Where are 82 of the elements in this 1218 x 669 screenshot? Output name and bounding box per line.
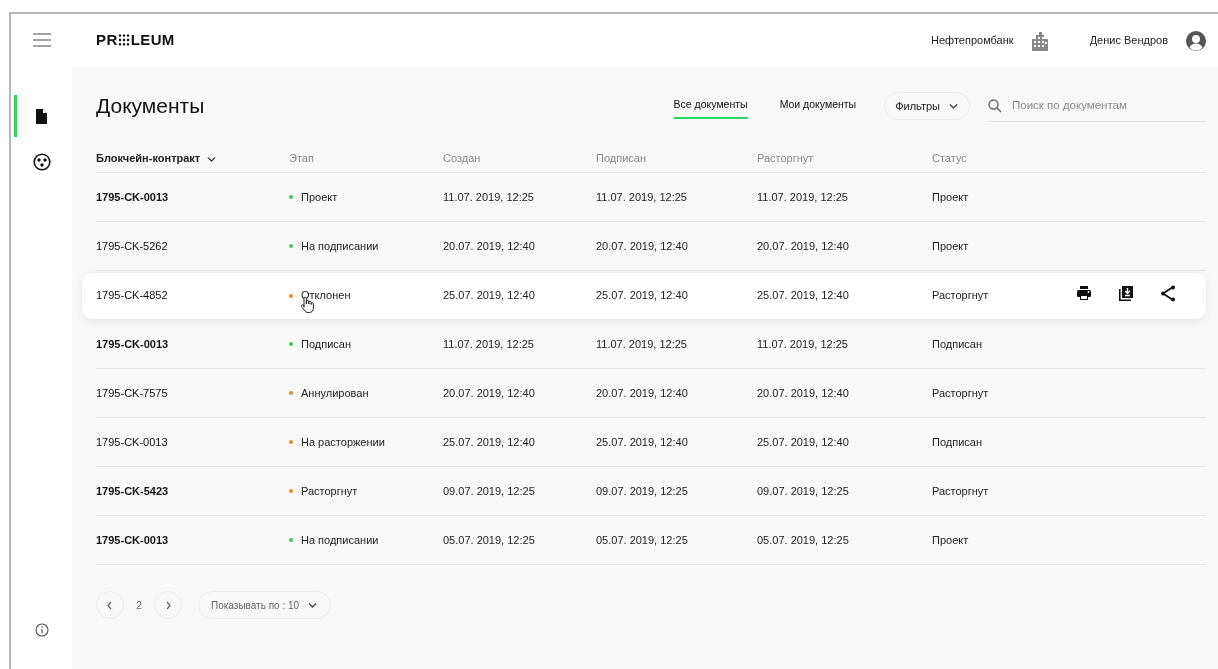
table-cell-text: 25.07. 2019, 12:40	[757, 434, 849, 450]
table-cell-text: Аннулирован	[301, 385, 369, 401]
table-cell-text: 1795-CK-0013	[96, 434, 168, 450]
table-row[interactable]: 1795-CK-0013 На расторжении 25.07. 2019, 12:40 25.07. 2019, 12:40 25.07. 2019, 12:40 Подписан	[96, 418, 1206, 466]
table-cell-text: На подписании	[301, 532, 379, 548]
network-icon	[32, 153, 51, 171]
table-cell-text: 1795-CK-4852	[96, 288, 168, 304]
tab[interactable]: Все документы	[673, 93, 748, 119]
table-cell-text: Подписан	[932, 434, 982, 450]
column-header: Расторгнут	[757, 151, 814, 167]
table-cell-text: 11.07. 2019, 12:25	[596, 189, 687, 205]
table-cell-text: 25.07. 2019, 12:40	[757, 288, 849, 304]
table-row[interactable]: 1795-CK-5423 Расторгнут 09.07. 2019, 12:25 09.07. 2019, 12:25 09.07. 2019, 12:25 Расторгнут	[96, 467, 1206, 515]
table-cell-text: На подписании	[301, 238, 379, 254]
avatar-icon[interactable]	[1186, 30, 1206, 51]
table-cell-text: 25.07. 2019, 12:40	[443, 288, 535, 304]
table-cell-text: Отклонен	[301, 288, 351, 304]
document-icon	[35, 107, 48, 125]
table-row[interactable]: 1795-CK-0013 Подписан 11.07. 2019, 12:25 11.07. 2019, 12:25 11.07. 2019, 12:25 Подписан	[96, 320, 1206, 368]
search-field[interactable]: Поиск по документам	[1012, 96, 1206, 115]
table-cell-text: 20.07. 2019, 12:40	[596, 385, 688, 401]
chevron-down-icon	[307, 600, 319, 610]
table-cell-text: 09.07. 2019, 12:25	[596, 483, 688, 499]
table-cell-text: Расторгнут	[932, 385, 989, 401]
table-row[interactable]: 1795-CK-7575 Аннулирован 20.07. 2019, 12:40 20.07. 2019, 12:40 20.07. 2019, 12:40 Расторгнут	[96, 369, 1206, 417]
table-cell-text: 25.07. 2019, 12:40	[443, 434, 535, 450]
table-cell-text: Подписан	[932, 336, 982, 352]
table-cell-text: 11.07. 2019, 12:25	[757, 189, 848, 205]
table-cell-text: 20.07. 2019, 12:40	[443, 238, 535, 254]
organization-name: Нефтепромбанк	[931, 33, 1014, 49]
table-cell-text: 1795-CK-0013	[96, 336, 169, 352]
table-cell-text: 09.07. 2019, 12:25	[443, 483, 535, 499]
table-cell-text: Расторгнут	[301, 483, 358, 499]
table-cell-text: 09.07. 2019, 12:25	[757, 483, 849, 499]
search-icon	[988, 98, 1002, 113]
column-header: Подписан	[596, 151, 646, 167]
table-cell-text: 11.07. 2019, 12:25	[596, 336, 687, 352]
table-cell-text: Расторгнут	[932, 483, 989, 499]
table-cell-text: 1795-CK-5423	[96, 483, 169, 499]
table-cell-text: На расторжении	[301, 434, 385, 450]
table-cell-text: Подписан	[301, 336, 351, 352]
table-cell-text: 20.07. 2019, 12:40	[443, 385, 535, 401]
info-icon[interactable]	[34, 623, 49, 637]
table-cell-text: Проект	[301, 189, 338, 205]
table-row[interactable]: 1795-CK-0013 Проект 11.07. 2019, 12:25 11.07. 2019, 12:25 11.07. 2019, 12:25 Проект	[96, 173, 1206, 221]
table-cell-text: 11.07. 2019, 12:25	[443, 189, 534, 205]
table-cell-text: Проект	[932, 238, 969, 254]
table-cell-text: 05.07. 2019, 12:25	[757, 532, 849, 548]
page-number: 2	[135, 598, 143, 613]
table-cell-text: Проект	[932, 532, 969, 548]
column-header: Статус	[932, 151, 967, 167]
table-cell-text: 11.07. 2019, 12:25	[757, 336, 848, 352]
user-name[interactable]: Денис Вендров	[1089, 32, 1168, 49]
brand-logo: PR⁝⁝⁝LEUM	[96, 30, 175, 51]
table-cell-text: 05.07. 2019, 12:25	[443, 532, 535, 548]
filter-dropdown[interactable]: Фильтры	[884, 92, 970, 120]
table-cell-text: 1795-CK-5262	[96, 238, 168, 254]
table-cell-text: Расторгнут	[932, 288, 989, 304]
table-cell-text: 1795-CK-0013	[96, 189, 169, 205]
tab[interactable]: Мои документы	[779, 93, 857, 119]
table-row[interactable]: 1795-CK-0013 На подписании 05.07. 2019, 12:25 05.07. 2019, 12:25 05.07. 2019, 12:25 Проект	[96, 516, 1206, 564]
table-cell-text: 1795-CK-7575	[96, 385, 168, 401]
table-cell-text: 11.07. 2019, 12:25	[443, 336, 534, 352]
column-header: Этап	[289, 151, 314, 167]
table-cell-text: 05.07. 2019, 12:25	[596, 532, 688, 548]
share-icon[interactable]	[1160, 284, 1176, 302]
column-header: Создан	[443, 151, 481, 167]
table-cell-text: 25.07. 2019, 12:40	[596, 288, 688, 304]
download-icon[interactable]	[1118, 284, 1134, 302]
table-cell-text: 1795-CK-0013	[96, 532, 169, 548]
page-title: Документы	[96, 93, 205, 120]
chevron-down-icon	[948, 101, 959, 111]
building-icon	[1029, 30, 1050, 51]
table-cell-text: 20.07. 2019, 12:40	[757, 238, 849, 254]
table-row[interactable]: 1795-CK-5262 На подписании 20.07. 2019, 12:40 20.07. 2019, 12:40 20.07. 2019, 12:40 Проект	[96, 222, 1206, 270]
table-cell-text: Проект	[932, 189, 969, 205]
table-row[interactable]: 1795-CK-4852 Отклонен 25.07. 2019, 12:40 25.07. 2019, 12:40 25.07. 2019, 12:40 Расторгнут	[82, 272, 1206, 319]
printer-icon[interactable]	[1076, 285, 1092, 301]
table-cell-text: 25.07. 2019, 12:40	[596, 434, 688, 450]
column-header[interactable]: Блокчейн-контракт	[96, 150, 218, 167]
table-cell-text: 20.07. 2019, 12:40	[757, 385, 849, 401]
table-cell-text: 20.07. 2019, 12:40	[596, 238, 688, 254]
